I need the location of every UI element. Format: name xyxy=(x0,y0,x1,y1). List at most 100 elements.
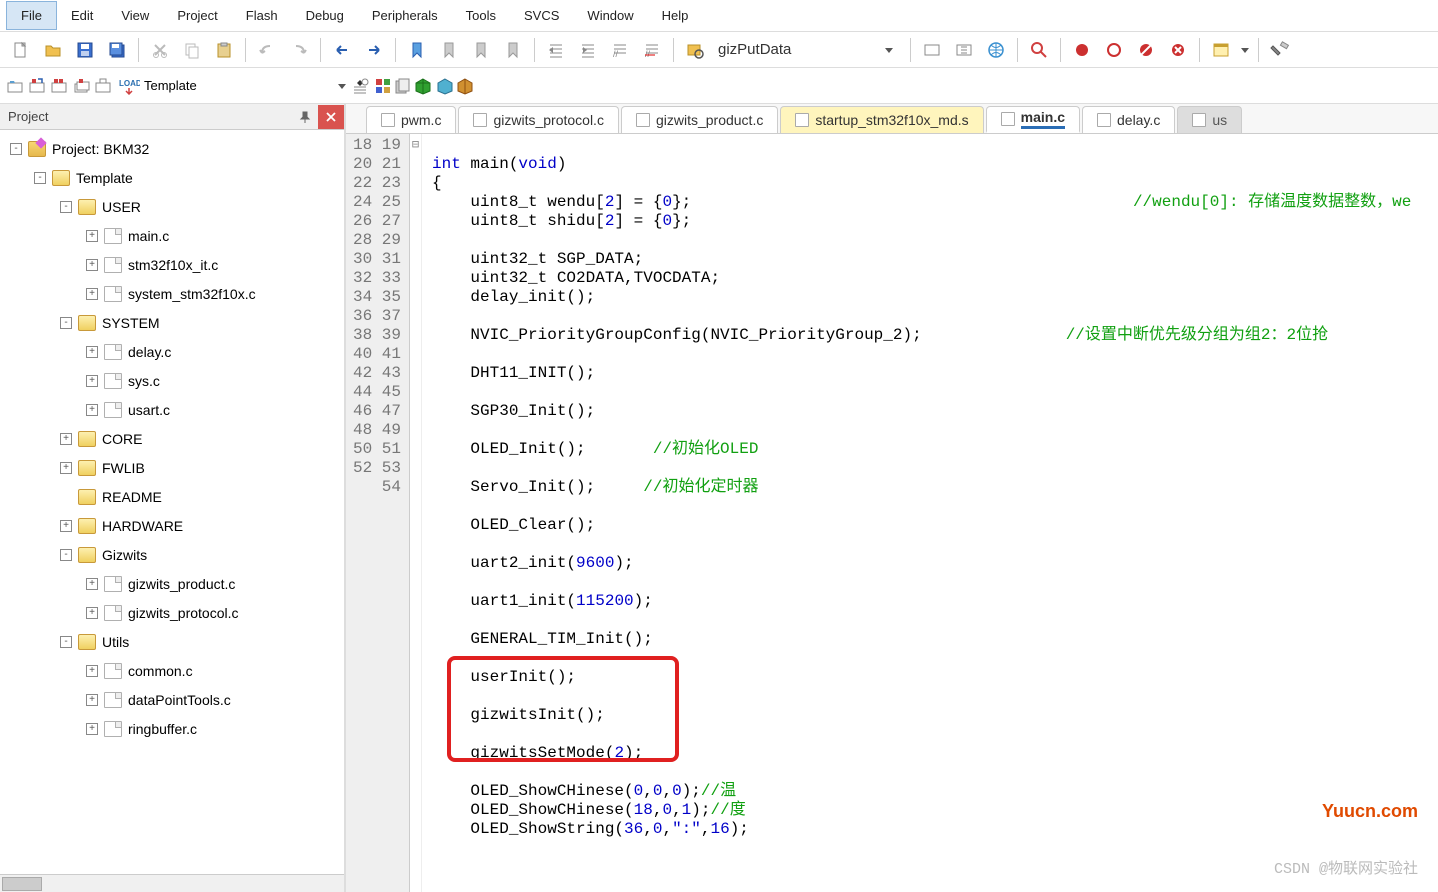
select-packs-button[interactable] xyxy=(394,77,412,95)
project-tree[interactable]: -Project: BKM32-Template-USER+main.c+stm… xyxy=(0,130,344,874)
tree-node[interactable]: +FWLIB xyxy=(0,453,344,482)
tree-node[interactable]: -Project: BKM32 xyxy=(0,134,344,163)
tree-node[interactable]: +sys.c xyxy=(0,366,344,395)
breakpoint-kill-icon[interactable] xyxy=(1163,35,1193,65)
code-editor[interactable]: 18 19 20 21 22 23 24 25 26 27 28 29 30 3… xyxy=(346,134,1438,892)
editor-tab[interactable]: startup_stm32f10x_md.s xyxy=(780,106,983,133)
tree-node[interactable]: -Utils xyxy=(0,627,344,656)
tree-node[interactable]: +delay.c xyxy=(0,337,344,366)
debug-settings-icon[interactable] xyxy=(917,35,947,65)
menu-edit[interactable]: Edit xyxy=(57,2,107,29)
expand-icon[interactable]: - xyxy=(10,143,22,155)
build-button[interactable] xyxy=(28,77,48,95)
redo-button[interactable] xyxy=(284,35,314,65)
expand-icon[interactable]: + xyxy=(86,665,98,677)
configure-icon[interactable] xyxy=(1265,35,1295,65)
tree-node[interactable]: +gizwits_protocol.c xyxy=(0,598,344,627)
expand-icon[interactable]: - xyxy=(60,549,72,561)
manage-rte-button[interactable] xyxy=(456,77,474,95)
combo-dropdown-icon[interactable] xyxy=(336,80,348,92)
stop-build-button[interactable] xyxy=(94,77,114,95)
tree-node[interactable]: +system_stm32f10x.c xyxy=(0,279,344,308)
expand-icon[interactable]: + xyxy=(60,462,72,474)
menu-peripherals[interactable]: Peripherals xyxy=(358,2,452,29)
editor-tab[interactable]: gizwits_product.c xyxy=(621,106,778,133)
menu-flash[interactable]: Flash xyxy=(232,2,292,29)
save-button[interactable] xyxy=(70,35,100,65)
window-icon[interactable] xyxy=(1206,35,1236,65)
comment-button[interactable]: // xyxy=(605,35,635,65)
bookmark-insert-button[interactable] xyxy=(402,35,432,65)
breakpoint-enable-icon[interactable] xyxy=(1099,35,1129,65)
menu-window[interactable]: Window xyxy=(573,2,647,29)
bookmark-next-button[interactable] xyxy=(466,35,496,65)
tree-node[interactable]: README xyxy=(0,482,344,511)
copy-button[interactable] xyxy=(177,35,207,65)
editor-tab[interactable]: delay.c xyxy=(1082,106,1175,133)
tree-node[interactable]: +gizwits_product.c xyxy=(0,569,344,598)
expand-icon[interactable]: - xyxy=(60,317,72,329)
debug-restore-icon[interactable] xyxy=(949,35,979,65)
open-button[interactable] xyxy=(38,35,68,65)
tree-node[interactable]: +ringbuffer.c xyxy=(0,714,344,743)
expand-icon[interactable]: - xyxy=(60,201,72,213)
unindent-button[interactable] xyxy=(573,35,603,65)
expand-icon[interactable]: + xyxy=(86,288,98,300)
editor-tab[interactable]: gizwits_protocol.c xyxy=(458,106,619,133)
expand-icon[interactable]: + xyxy=(60,520,72,532)
expand-icon[interactable]: + xyxy=(60,433,72,445)
tree-node[interactable]: +CORE xyxy=(0,424,344,453)
menu-debug[interactable]: Debug xyxy=(292,2,358,29)
menu-view[interactable]: View xyxy=(107,2,163,29)
editor-tab[interactable]: us xyxy=(1177,106,1242,133)
tree-node[interactable]: -Gizwits xyxy=(0,540,344,569)
tree-node[interactable]: +HARDWARE xyxy=(0,511,344,540)
tree-node[interactable]: -SYSTEM xyxy=(0,308,344,337)
rebuild-button[interactable] xyxy=(50,77,70,95)
expand-icon[interactable]: + xyxy=(86,259,98,271)
batch-build-button[interactable] xyxy=(72,77,92,95)
tree-node[interactable]: -Template xyxy=(0,163,344,192)
fold-column[interactable]: ⊟ xyxy=(410,134,422,892)
nav-back-button[interactable] xyxy=(327,35,357,65)
pack-installer-button[interactable] xyxy=(414,77,432,95)
expand-icon[interactable]: + xyxy=(86,404,98,416)
editor-tab[interactable]: main.c xyxy=(986,106,1080,133)
find-combo[interactable]: gizPutData xyxy=(712,39,872,60)
manage-components-button[interactable] xyxy=(374,77,392,95)
breakpoint-insert-icon[interactable] xyxy=(1067,35,1097,65)
tree-node[interactable]: +stm32f10x_it.c xyxy=(0,250,344,279)
indent-button[interactable] xyxy=(541,35,571,65)
expand-icon[interactable]: + xyxy=(86,230,98,242)
nav-forward-button[interactable] xyxy=(359,35,389,65)
tree-node[interactable]: -USER xyxy=(0,192,344,221)
new-file-button[interactable] xyxy=(6,35,36,65)
code-lines[interactable]: int main(void){ uint8_t wendu[2] = {0}; … xyxy=(422,134,1438,892)
expand-icon[interactable]: + xyxy=(86,694,98,706)
save-all-button[interactable] xyxy=(102,35,132,65)
paste-button[interactable] xyxy=(209,35,239,65)
undo-button[interactable] xyxy=(252,35,282,65)
expand-icon[interactable]: + xyxy=(86,607,98,619)
target-options-button[interactable] xyxy=(350,77,370,95)
panel-pin-icon[interactable] xyxy=(292,105,318,129)
editor-tab[interactable]: pwm.c xyxy=(366,106,456,133)
panel-close-icon[interactable] xyxy=(318,105,344,129)
books-button[interactable] xyxy=(436,77,454,95)
combo-dropdown-icon[interactable] xyxy=(874,35,904,65)
download-button[interactable]: LOAD xyxy=(118,77,140,95)
expand-icon[interactable]: + xyxy=(86,723,98,735)
bookmark-clear-button[interactable] xyxy=(498,35,528,65)
find-in-files-icon[interactable] xyxy=(680,35,710,65)
translate-button[interactable] xyxy=(6,77,26,95)
expand-icon[interactable]: + xyxy=(86,578,98,590)
tree-node[interactable]: +main.c xyxy=(0,221,344,250)
menu-tools[interactable]: Tools xyxy=(452,2,510,29)
browser-icon[interactable] xyxy=(981,35,1011,65)
expand-icon[interactable]: + xyxy=(86,346,98,358)
menu-project[interactable]: Project xyxy=(163,2,231,29)
find-icon[interactable] xyxy=(1024,35,1054,65)
tree-node[interactable]: +usart.c xyxy=(0,395,344,424)
horizontal-scrollbar[interactable] xyxy=(0,874,344,892)
expand-icon[interactable]: + xyxy=(86,375,98,387)
